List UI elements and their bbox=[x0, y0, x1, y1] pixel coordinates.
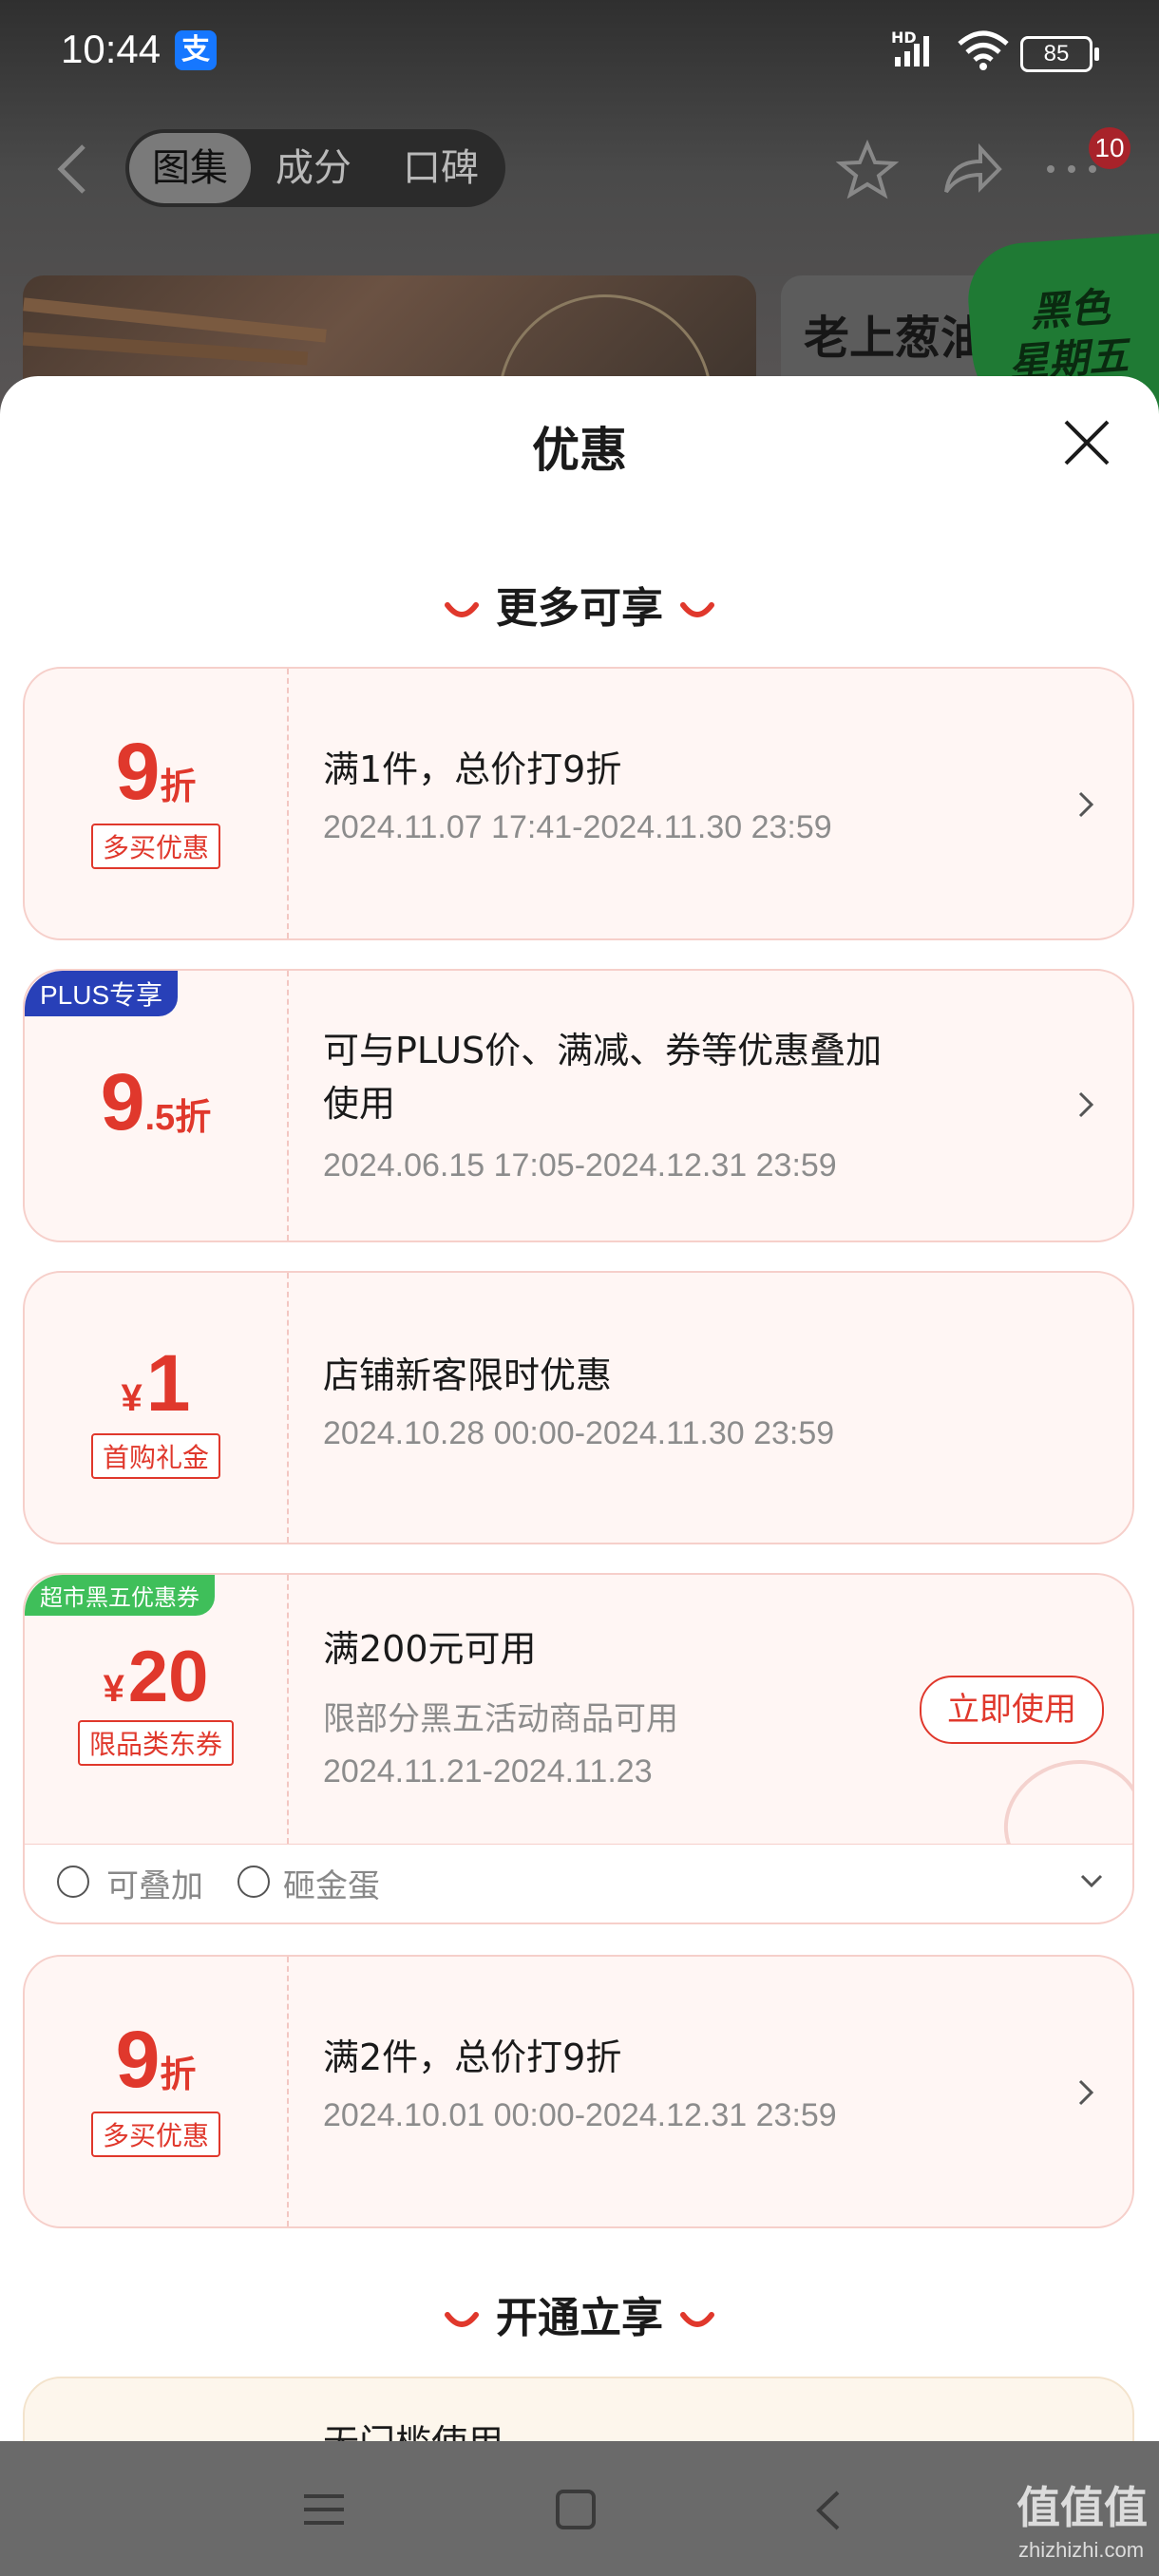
claimed-stamp-icon bbox=[987, 1742, 1132, 1844]
chevron-right-icon bbox=[1078, 791, 1094, 818]
section-title: 更多可享 bbox=[496, 584, 663, 633]
wifi-icon bbox=[958, 30, 1009, 70]
coupon-description: 限部分黑五活动商品可用 bbox=[323, 1700, 678, 1738]
coupon-value: 9折 bbox=[115, 2015, 197, 2104]
coupon-value-block: ¥1 首购礼金 bbox=[25, 1337, 287, 1479]
menu-icon[interactable] bbox=[302, 2491, 346, 2529]
card-divider bbox=[287, 1575, 289, 1844]
watermark-url: zhizhizhi.com bbox=[1018, 2538, 1145, 2562]
back-nav-icon[interactable] bbox=[813, 2489, 842, 2532]
plus-exclusive-badge: PLUS专享 bbox=[25, 971, 179, 1016]
coupon-title: 满2件，总价打9折 bbox=[323, 2036, 622, 2078]
use-now-button[interactable]: 立即使用 bbox=[920, 1676, 1104, 1744]
coupon-title: 满200元可用 bbox=[323, 1628, 537, 1670]
golden-egg-label: 砸金蛋 bbox=[283, 1867, 380, 1905]
coupon-card[interactable]: ¥1 首购礼金 店铺新客限时优惠 2024.10.28 00:00-2024.1… bbox=[23, 1271, 1134, 1544]
smile-decoration-icon bbox=[445, 602, 479, 617]
coupon-value: 9折 bbox=[115, 727, 197, 816]
coupon-card[interactable]: 9折 多买优惠 满2件，总价打9折 2024.10.01 00:00-2024.… bbox=[23, 1955, 1134, 2228]
system-nav-bar bbox=[0, 2441, 1159, 2576]
coupon-title: 可与PLUS价、满减、券等优惠叠加 bbox=[323, 1030, 883, 1071]
coupon-date: 2024.10.01 00:00-2024.12.31 23:59 bbox=[323, 2097, 837, 2133]
tab-reviews[interactable]: 口碑 bbox=[403, 129, 479, 207]
coupon-card[interactable]: 9折 多买优惠 满1件，总价打9折 2024.11.07 17:41-2024.… bbox=[23, 667, 1134, 940]
gallery-tab-switcher: 图集 成分 口碑 bbox=[125, 129, 505, 207]
discount-sheet: 优惠 更多可享 9折 多买优惠 满1件，总价打9折 2024.11.07 17:… bbox=[0, 376, 1159, 2441]
coupon-title-line2: 使用 bbox=[323, 1083, 396, 1125]
share-icon[interactable] bbox=[940, 141, 1003, 199]
coupon-value-block: ¥20 限品类东券 bbox=[25, 1636, 287, 1766]
back-icon[interactable] bbox=[53, 141, 91, 198]
card-divider bbox=[287, 669, 289, 938]
coupon-card[interactable]: PLUS专享 9.5折 可与PLUS价、满减、券等优惠叠加 使用 2024.06… bbox=[23, 969, 1134, 1242]
close-icon[interactable] bbox=[1062, 418, 1112, 467]
sheet-title: 优惠 bbox=[532, 423, 627, 478]
coupon-date: 2024.11.07 17:41-2024.11.30 23:59 bbox=[323, 809, 832, 845]
status-bar: 10:44 支 HD 85 bbox=[0, 0, 1159, 104]
coupon-card[interactable]: 超市黑五优惠券 ¥20 限品类东券 满200元可用 限部分黑五活动商品可用 20… bbox=[23, 1573, 1134, 1845]
coupon-date: 2024.10.28 00:00-2024.11.30 23:59 bbox=[323, 1415, 835, 1451]
coupon-value: 9.5折 bbox=[100, 1057, 212, 1146]
card-divider bbox=[287, 1957, 289, 2226]
black-friday-coupon-badge: 超市黑五优惠券 bbox=[25, 1575, 215, 1616]
coupon-tag: 多买优惠 bbox=[90, 824, 220, 869]
section-title: 开通立享 bbox=[496, 2294, 663, 2342]
coupon-title: 满1件，总价打9折 bbox=[323, 748, 622, 790]
chevron-right-icon bbox=[1078, 1091, 1094, 1118]
favorite-star-icon[interactable] bbox=[836, 139, 899, 201]
coupon-card[interactable]: 无门槛使用 bbox=[23, 2377, 1134, 2441]
status-time: 10:44 bbox=[61, 27, 162, 71]
smile-decoration-icon bbox=[445, 2312, 479, 2327]
notification-badge: 10 bbox=[1089, 127, 1130, 169]
smile-decoration-icon bbox=[680, 2312, 714, 2327]
chevron-down-icon[interactable] bbox=[1079, 1873, 1104, 1890]
coupon-tag: 限品类东券 bbox=[77, 1720, 234, 1766]
section-more-available: 更多可享 bbox=[0, 574, 1159, 635]
watermark-logo: 值值值 bbox=[1016, 2482, 1148, 2533]
home-icon[interactable] bbox=[555, 2489, 597, 2530]
coupon-value: ¥20 bbox=[103, 1637, 209, 1717]
coupon-value-block: 9折 多买优惠 bbox=[25, 2014, 287, 2157]
battery-indicator: 85 bbox=[1020, 36, 1099, 72]
coupon-tag: 多买优惠 bbox=[90, 2112, 220, 2157]
section-open-to-enjoy: 开通立享 bbox=[0, 2283, 1159, 2344]
tab-gallery[interactable]: 图集 bbox=[129, 133, 251, 203]
chevron-right-icon bbox=[1078, 2079, 1094, 2106]
coupon-tag: 首购礼金 bbox=[90, 1433, 220, 1479]
card-divider bbox=[287, 971, 289, 1241]
coupon-date: 2024.11.21-2024.11.23 bbox=[323, 1753, 653, 1790]
coupon-title: 店铺新客限时优惠 bbox=[323, 1354, 613, 1396]
coupon-value-block: 9折 多买优惠 bbox=[25, 726, 287, 869]
network-type-label: HD bbox=[891, 28, 917, 47]
banner-title: 老上葱油 bbox=[804, 312, 987, 365]
smile-decoration-icon bbox=[680, 602, 714, 617]
coupon-value: ¥1 bbox=[121, 1338, 191, 1428]
stackable-icon bbox=[57, 1866, 89, 1898]
stackable-label: 可叠加 bbox=[106, 1867, 203, 1905]
tab-ingredients[interactable]: 成分 bbox=[276, 129, 352, 207]
alipay-icon: 支 bbox=[175, 30, 217, 70]
coupon-title: 无门槛使用 bbox=[323, 2416, 504, 2441]
coupon-value-block: 9.5折 bbox=[25, 1056, 287, 1148]
card-divider bbox=[287, 1273, 289, 1543]
golden-egg-icon bbox=[238, 1866, 270, 1898]
chopsticks-image bbox=[23, 331, 309, 366]
more-options-icon[interactable] bbox=[1043, 160, 1100, 179]
coupon-date: 2024.06.15 17:05-2024.12.31 23:59 bbox=[323, 1147, 837, 1184]
coupon-footer[interactable]: 可叠加 砸金蛋 bbox=[23, 1845, 1134, 1924]
